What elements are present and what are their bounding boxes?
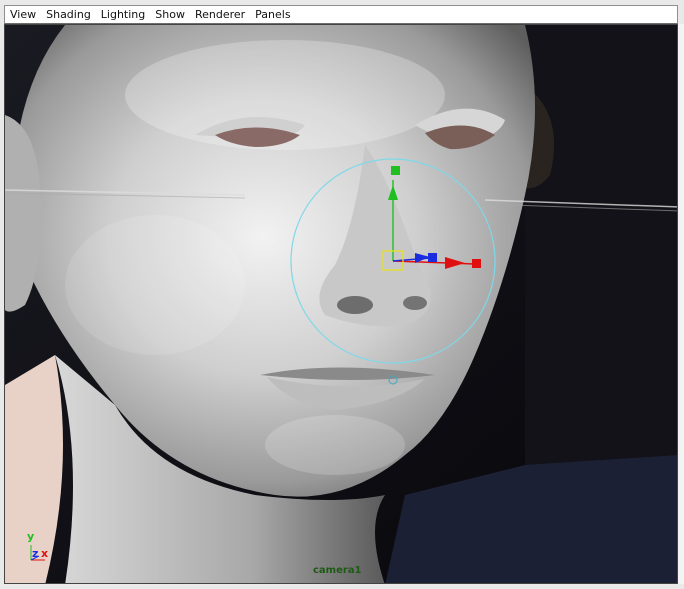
menu-shading[interactable]: Shading [41,6,96,23]
menu-view[interactable]: View [5,6,41,23]
panel-menubar: View Shading Lighting Show Renderer Pane… [4,5,678,24]
menu-lighting[interactable]: Lighting [96,6,150,23]
menu-panels[interactable]: Panels [250,6,295,23]
x-axis-box [472,259,481,268]
view-axis-x-label: x [41,547,49,560]
panel-right-edge [678,24,684,584]
right-nostril [403,296,427,310]
menu-show[interactable]: Show [150,6,190,23]
y-axis-box [391,166,400,175]
z-axis-box [428,253,437,262]
viewport-scene [5,25,677,583]
cheek-highlight [65,215,245,355]
chin-highlight [265,415,405,475]
left-nostril [337,296,373,314]
view-axis-z-label: z [32,547,39,560]
3d-viewport[interactable]: y z x camera1 [4,24,678,584]
menu-renderer[interactable]: Renderer [190,6,250,23]
view-axis-y-label: y [27,530,35,543]
camera-name-label: camera1 [313,565,362,576]
maya-viewport-panel: View Shading Lighting Show Renderer Pane… [0,0,684,589]
